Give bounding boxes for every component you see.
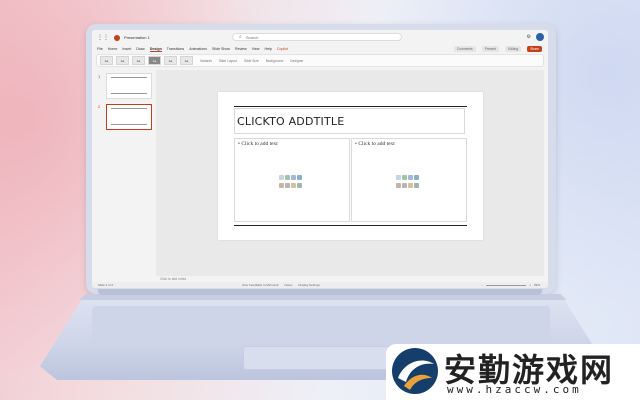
slide-rule-top [234,106,467,107]
theme-thumbnail[interactable]: Aa [116,56,129,65]
status-middle: Give Feedback to Microsoft Notes Display… [242,283,320,287]
editing-button[interactable]: Editing [505,46,522,52]
trackpad [243,346,403,370]
document-title[interactable]: Presentation 1 [124,35,150,40]
settings-icon[interactable]: ⚙ [527,34,531,40]
search-input[interactable]: ⌕ Search [232,33,402,41]
chart-icon[interactable] [402,175,407,180]
table-icon[interactable] [279,175,284,180]
app-launcher-icon[interactable]: ⋮⋮ [97,34,109,41]
tab-transitions[interactable]: Transitions [167,47,184,51]
content-placeholder-left[interactable]: • Click to add text [234,138,350,222]
icons-icon[interactable] [291,182,296,188]
laptop-hinge [98,289,542,295]
present-button[interactable]: Present [481,46,500,52]
tab-draw[interactable]: Draw [136,47,144,51]
zoom-in-icon[interactable]: + [529,283,531,287]
slide-layout-button[interactable]: Slide Layout [219,59,237,63]
tab-design[interactable]: Design [149,47,162,52]
content-placeholder-right[interactable]: • Click to add text [351,138,467,222]
notes-toggle[interactable]: Notes [285,283,293,287]
bullet-text: • Click to add text [355,141,395,147]
bullet-text: • Click to add text [238,141,278,147]
zoom-controls: − + 59% [481,283,540,287]
theme-thumbnail[interactable]: Aa [100,56,113,65]
bullet-label: Click to add text [358,141,395,147]
keyboard [92,306,550,342]
icons-icon[interactable] [408,182,413,188]
slide-thumbnail-1[interactable] [106,73,152,99]
avatar[interactable] [536,33,544,41]
share-button[interactable]: Share [527,46,542,52]
slides-panel: 1 2 [96,70,154,276]
powerpoint-logo-icon [114,34,120,41]
title-placeholder-text: CLICKTO ADDTITLE [237,115,345,128]
smartart-icon[interactable] [408,175,413,180]
watermark-logo-icon [398,360,434,390]
picture-icon[interactable] [396,182,401,188]
bullet-label: Click to add text [241,141,278,147]
tab-help[interactable]: Help [265,47,272,51]
feedback-link[interactable]: Give Feedback to Microsoft [242,283,279,287]
insert-content-icons [279,175,303,189]
tab-home[interactable]: Home [108,47,118,51]
title-placeholder[interactable]: CLICKTO ADDTITLE [234,108,465,134]
tab-view[interactable]: View [252,47,260,51]
search-placeholder: Search [245,34,259,40]
table-icon[interactable] [396,175,401,180]
laptop-screen: ⋮⋮ Presentation 1 ⌕ Search ⚙ File Home I… [92,30,548,288]
thumb-line [111,124,147,125]
theme-thumbnail[interactable]: Aa [164,56,177,65]
status-bar: Slide 2 of 2 Give Feedback to Microsoft … [92,282,548,288]
tab-copilot[interactable]: Copilot [277,47,288,51]
slide-canvas: CLICKTO ADDTITLE • Click to add text • C… [156,70,544,276]
chart-icon[interactable] [285,175,290,180]
display-settings[interactable]: Display Settings [298,283,320,287]
slide-thumbnail-2[interactable] [106,104,152,130]
thumb-line [111,77,147,78]
watermark-url: www.hzaccw.com [447,383,582,396]
background-button[interactable]: Background [266,59,284,63]
zoom-out-icon[interactable]: − [481,283,483,287]
zoom-slider[interactable] [486,284,527,286]
slide-rule-bottom [234,225,467,226]
theme-thumbnail[interactable]: Aa [132,56,145,65]
picture-icon[interactable] [279,182,284,188]
ribbon-design: Aa Aa Aa Aa Aa Aa Variants Slide Layout … [96,54,544,67]
search-icon: ⌕ [239,34,242,40]
designer-button[interactable]: Designer [290,59,303,63]
tab-animations[interactable]: Animations [189,47,207,51]
tab-insert[interactable]: Insert [122,47,131,51]
stock-image-icon[interactable] [285,182,290,188]
thumb-line [111,93,147,94]
slide-number: 2 [98,104,101,109]
model-icon[interactable] [297,175,302,180]
insert-content-icons [396,175,420,189]
watermark-logo [392,348,438,394]
smartart-icon[interactable] [291,175,296,180]
video-icon[interactable] [414,182,419,188]
video-icon[interactable] [297,182,302,188]
slide[interactable]: CLICKTO ADDTITLE • Click to add text • C… [218,92,483,240]
theme-thumbnail[interactable]: Aa [148,56,161,65]
ribbon-tabs: File Home Insert Draw Design Transitions… [92,45,548,53]
tabs-right-actions: Comments Present Editing Share [453,45,542,53]
title-bar-right: ⚙ [527,33,544,41]
thumb-line [111,108,147,109]
slide-count: Slide 2 of 2 [98,283,114,287]
comments-button[interactable]: Comments [453,46,476,52]
stock-image-icon[interactable] [402,182,407,188]
slide-size-button[interactable]: Slide Size [244,59,259,63]
theme-thumbnail[interactable]: Aa [180,56,193,65]
model-icon[interactable] [414,175,419,180]
zoom-level[interactable]: 59% [534,283,540,287]
tab-review[interactable]: Review [235,47,247,51]
variants-label[interactable]: Variants [200,59,212,63]
tab-slide-show[interactable]: Slide Show [212,47,230,51]
slide-number: 1 [98,74,101,79]
tab-file[interactable]: File [97,47,103,51]
